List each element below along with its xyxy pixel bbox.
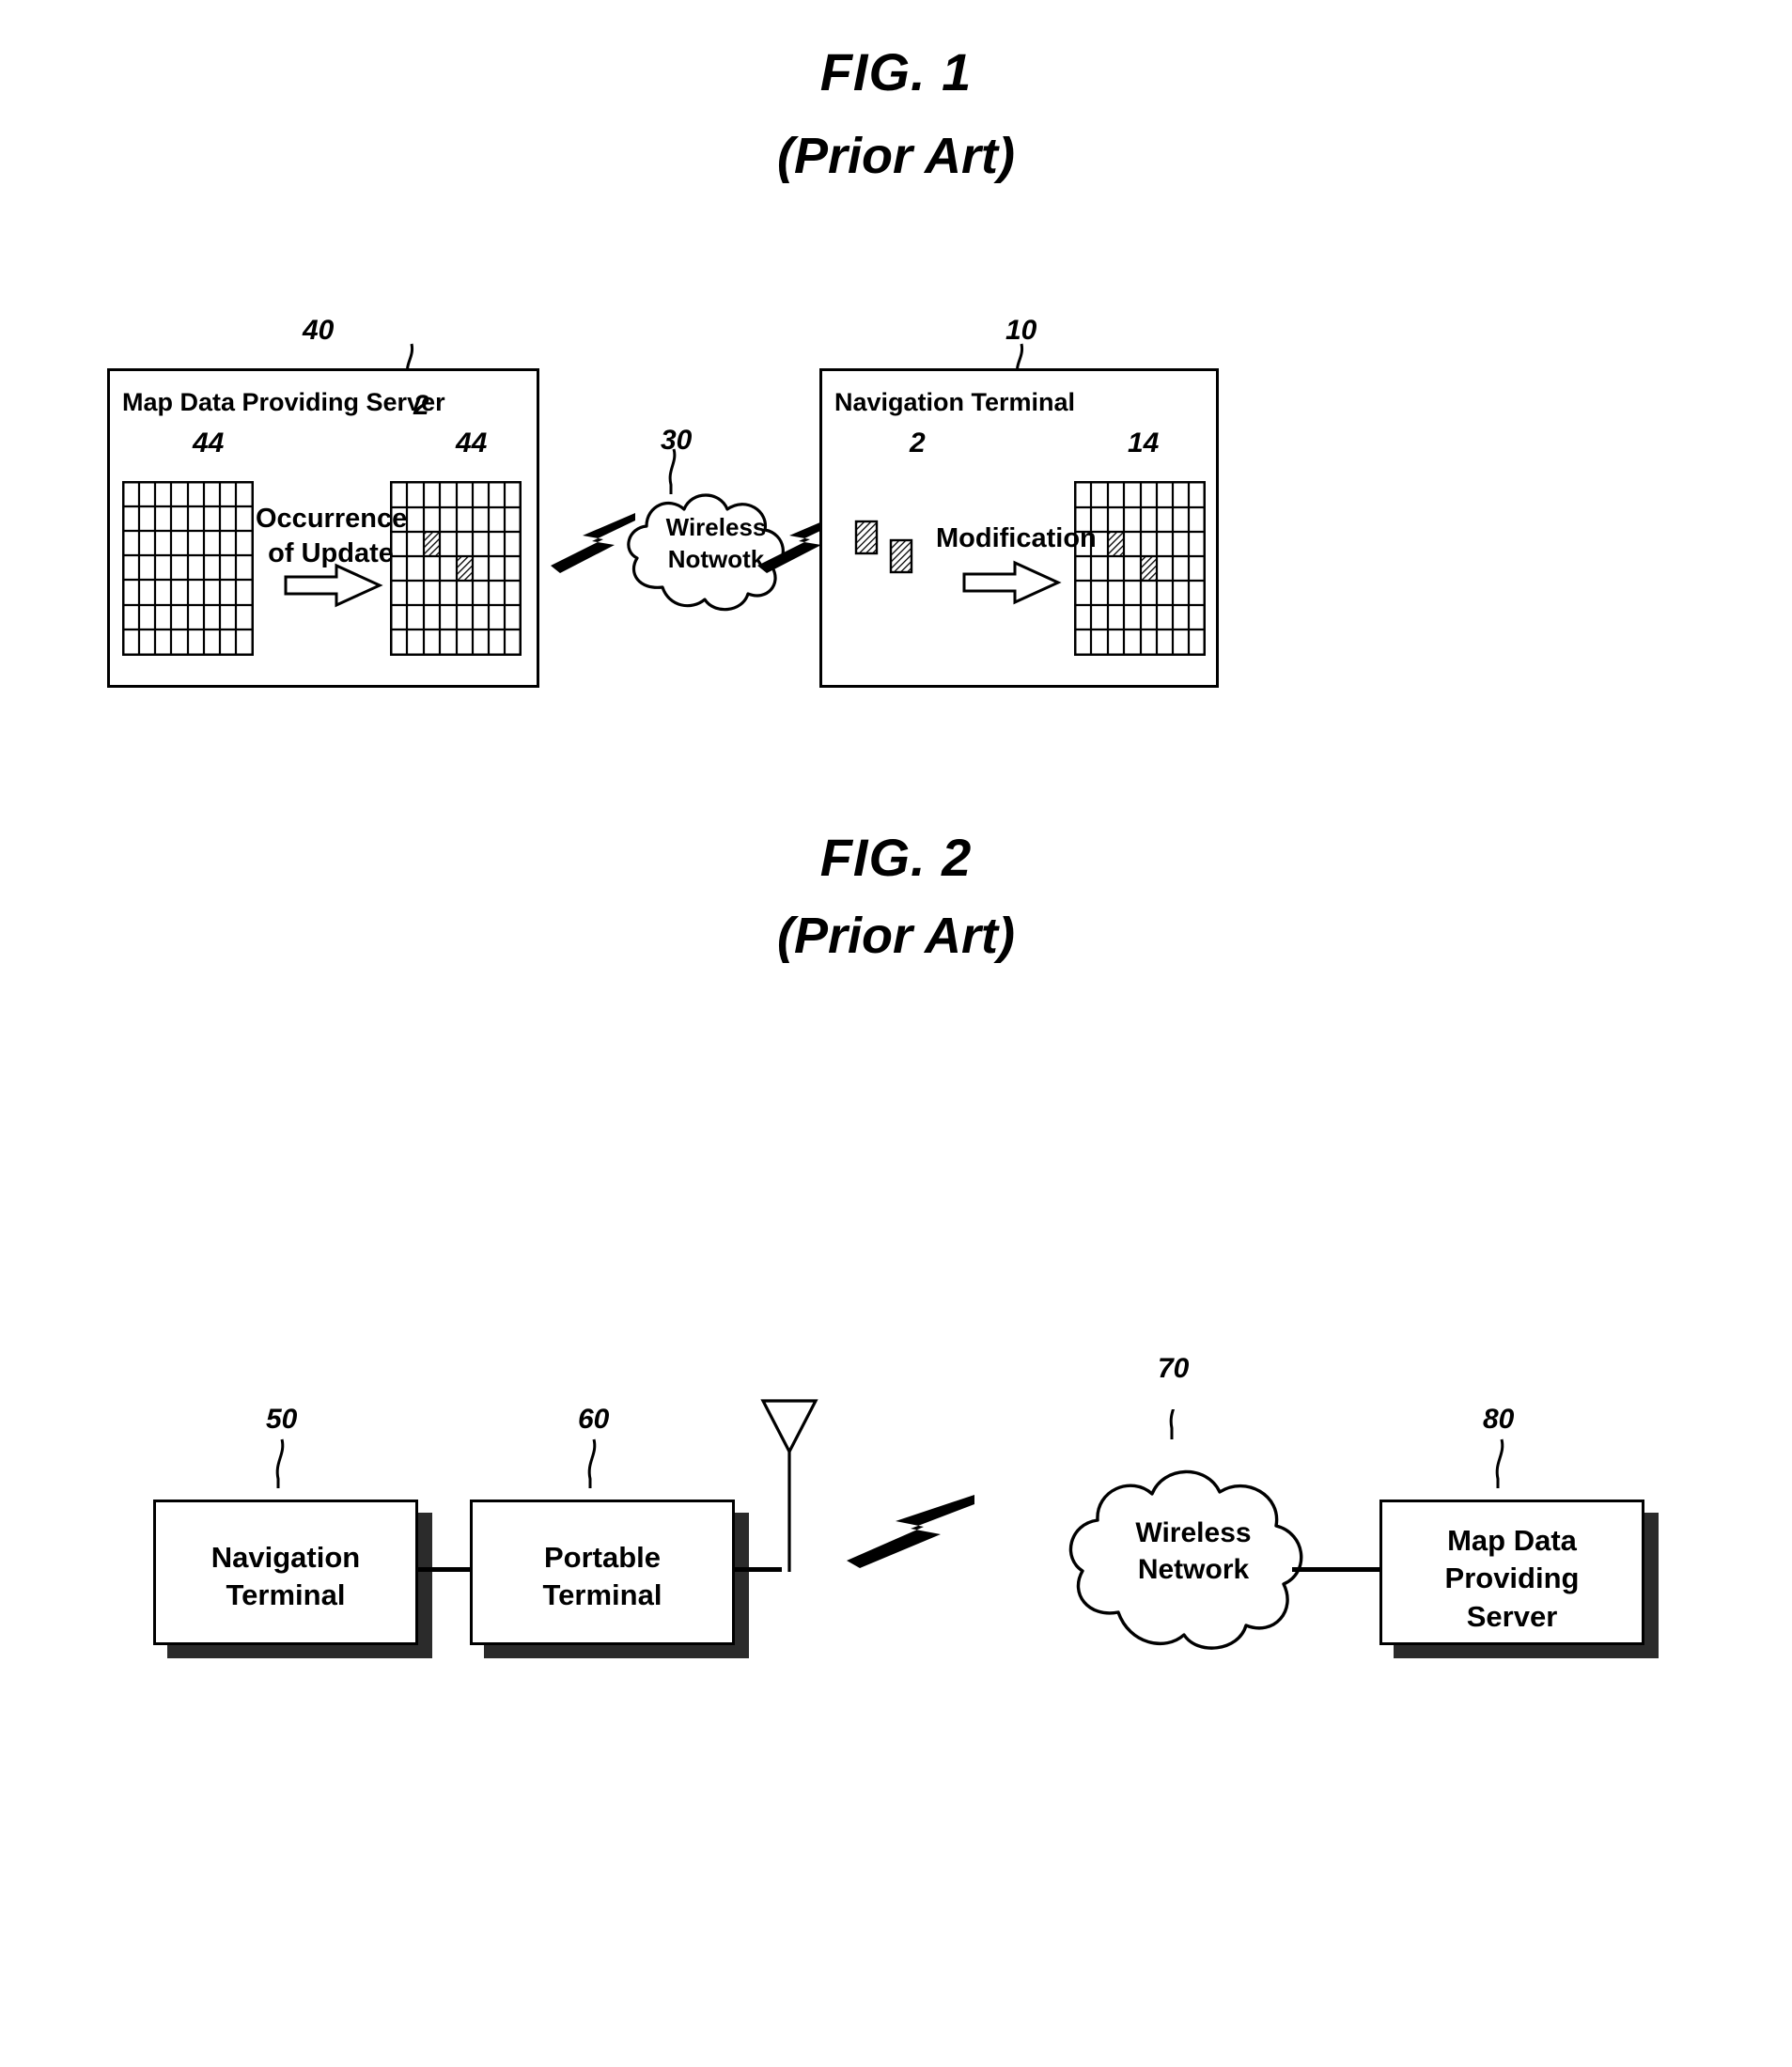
patent-figure-page: FIG. 1 (Prior Art) 40 10 30 Map Data Pro… [0, 0, 1792, 1991]
hatched-tile-icon-2 [889, 538, 913, 574]
figure-1-title: FIG. 1 [819, 42, 973, 101]
server-grid-before [122, 481, 254, 656]
map-data-providing-server-label: Map Data Providing Server [122, 388, 445, 416]
figure-2-subtitle: (Prior Art) [777, 908, 1015, 964]
ref-40: 40 [303, 315, 335, 346]
modification-label: Modification [936, 523, 1097, 553]
navigation-terminal-label-fig2: Navigation Terminal [210, 1541, 361, 1612]
ref-2-terminal: 2 [910, 427, 926, 458]
map-data-server-label-fig2: Map Data Providing Server [1444, 1524, 1580, 1633]
figure-1-subtitle: (Prior Art) [777, 128, 1015, 184]
right-arrow-icon-2 [962, 560, 1062, 605]
navigation-terminal-label-fig1: Navigation Terminal [834, 388, 1076, 416]
ref-80: 80 [1483, 1404, 1515, 1435]
portable-terminal-label: Portable Terminal [542, 1541, 662, 1612]
ref-10: 10 [1005, 315, 1037, 346]
wireless-network-label-fig2: Wireless Network [1135, 1517, 1252, 1585]
ref-44-after: 44 [456, 427, 488, 458]
connector-nav-to-portable [418, 1567, 470, 1572]
connector-cloud-to-server [1292, 1567, 1381, 1572]
server-grid-after [390, 481, 522, 656]
ref-44-before: 44 [193, 427, 225, 458]
terminal-grid [1074, 481, 1206, 656]
ref-70: 70 [1158, 1353, 1190, 1384]
antenna-icon [760, 1399, 818, 1572]
lightning-icon-rf [847, 1495, 974, 1568]
ref-60: 60 [578, 1404, 610, 1435]
right-arrow-icon [284, 563, 383, 608]
ref-14: 14 [1128, 427, 1160, 458]
ref-50: 50 [266, 1404, 298, 1435]
ref-2-server: 2 [413, 390, 429, 421]
figure-2-title: FIG. 2 [819, 828, 973, 887]
ref-30: 30 [661, 425, 693, 456]
hatched-tile-icon-1 [854, 520, 879, 555]
